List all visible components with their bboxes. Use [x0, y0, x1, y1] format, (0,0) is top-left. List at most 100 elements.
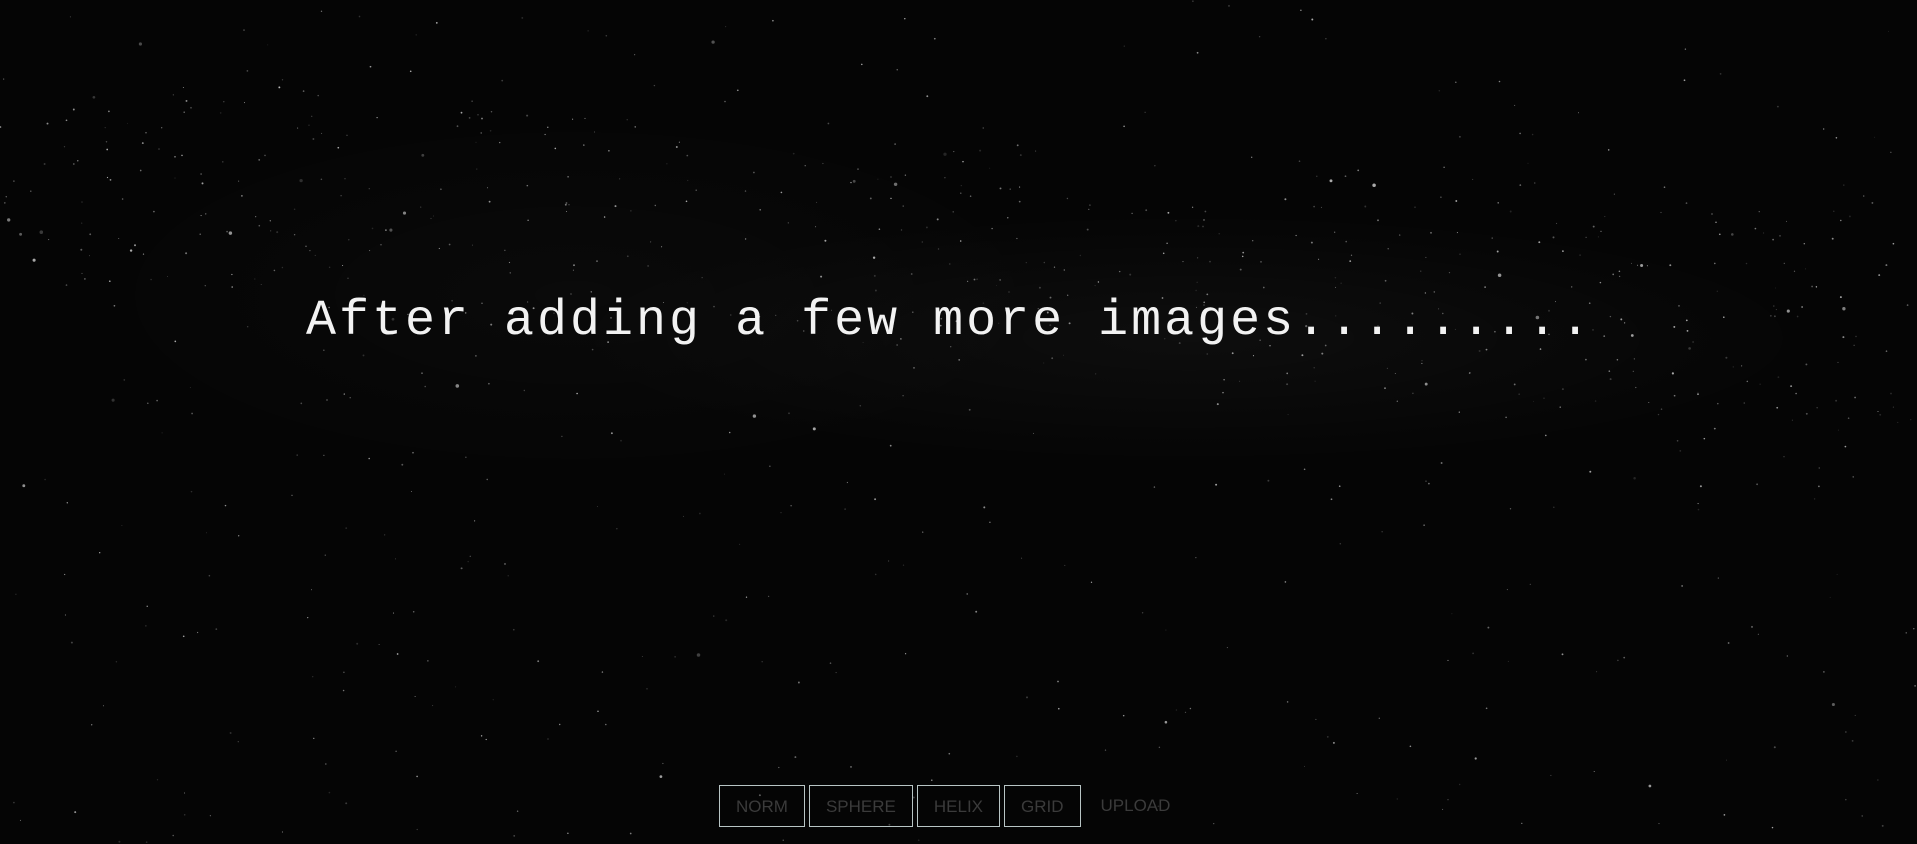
- star-dot: [561, 435, 563, 438]
- star-dot: [1487, 626, 1490, 629]
- star-dot: [537, 660, 540, 663]
- star-dot: [1599, 281, 1602, 284]
- star-dot: [1854, 396, 1857, 399]
- star-dot: [877, 178, 879, 180]
- star-dot: [1226, 647, 1228, 649]
- star-dot: [1424, 382, 1428, 386]
- star-dot: [1394, 373, 1396, 374]
- star-dot: [1823, 671, 1825, 673]
- star-dot: [1685, 319, 1688, 322]
- star-dot: [1154, 165, 1156, 167]
- star-dot: [948, 752, 951, 755]
- star-dot: [1018, 200, 1021, 203]
- star-dot: [1725, 759, 1727, 761]
- star-dot: [1239, 268, 1242, 271]
- star-dot: [1594, 400, 1597, 402]
- star-dot: [1209, 260, 1211, 263]
- star-dot: [66, 502, 68, 504]
- star-dot: [1890, 151, 1892, 153]
- star-dot: [1874, 136, 1876, 138]
- star-dot: [1732, 366, 1734, 368]
- star-dot: [1683, 79, 1686, 82]
- star-dot: [1195, 557, 1197, 559]
- star-dot: [1326, 736, 1329, 738]
- star-dot: [827, 122, 830, 125]
- star-dot: [614, 205, 617, 208]
- upload-button[interactable]: UPLOAD: [1101, 785, 1171, 827]
- star-dot: [420, 206, 422, 208]
- star-dot: [1740, 365, 1743, 367]
- star-dot: [1616, 358, 1619, 361]
- star-dot: [1330, 498, 1333, 501]
- star-dot: [1630, 334, 1634, 337]
- star-dot: [1816, 407, 1818, 409]
- star-dot: [572, 269, 574, 271]
- star-dot: [1775, 309, 1777, 311]
- star-dot: [910, 273, 913, 275]
- star-dot: [1527, 162, 1529, 164]
- star-dot: [448, 243, 451, 246]
- star-dot: [104, 126, 106, 129]
- star-dot: [1862, 195, 1865, 197]
- star-dot: [558, 723, 561, 726]
- star-dot: [5, 196, 7, 198]
- star-dot: [1325, 38, 1327, 40]
- norm-button[interactable]: NORM: [719, 785, 805, 827]
- star-dot: [134, 244, 136, 247]
- star-dot: [1258, 35, 1261, 38]
- star-dot: [460, 111, 463, 114]
- star-dot: [1840, 219, 1842, 222]
- star-dot: [228, 231, 233, 235]
- star-dot: [1295, 234, 1297, 237]
- star-dot: [1538, 241, 1541, 244]
- star-dot: [509, 272, 511, 274]
- sphere-button[interactable]: SPHERE: [808, 785, 913, 827]
- star-dot: [1442, 808, 1444, 810]
- star-dot: [1561, 388, 1564, 391]
- star-dot: [852, 179, 856, 183]
- grid-button[interactable]: GRID: [1004, 785, 1081, 827]
- star-dot: [1723, 814, 1726, 816]
- star-dot: [1197, 225, 1200, 228]
- star-dot: [1688, 347, 1691, 350]
- star-dot: [699, 512, 701, 515]
- star-dot: [1885, 350, 1888, 352]
- star-dot: [1340, 282, 1342, 284]
- star-dot: [1507, 660, 1509, 662]
- star-dot: [1182, 261, 1184, 263]
- star-dot: [1545, 434, 1547, 437]
- star-dot: [1913, 627, 1915, 630]
- star-dot: [1746, 380, 1749, 383]
- star-dot: [229, 732, 232, 734]
- star-dot: [414, 696, 416, 698]
- star-dot: [22, 484, 26, 488]
- star-dot: [983, 506, 986, 509]
- star-dot: [183, 814, 186, 816]
- star-dot: [725, 26, 727, 28]
- star-dot: [1051, 357, 1054, 360]
- star-dot: [1885, 264, 1888, 267]
- star-dot: [850, 181, 852, 184]
- helix-button[interactable]: HELIX: [916, 785, 1001, 827]
- star-dot: [587, 30, 589, 32]
- star-dot: [857, 168, 859, 170]
- star-dot: [89, 255, 90, 257]
- star-dot: [237, 741, 239, 743]
- star-dot: [1016, 755, 1018, 758]
- star-dot: [297, 127, 299, 129]
- star-dot: [753, 171, 755, 174]
- star-dot: [231, 273, 233, 276]
- star-dot: [661, 246, 663, 248]
- star-dot: [647, 265, 649, 267]
- star-dot: [208, 574, 211, 577]
- star-dot: [499, 141, 501, 144]
- star-dot: [1692, 341, 1694, 343]
- star-dot: [554, 147, 557, 150]
- star-dot: [1718, 233, 1721, 236]
- star-dot: [313, 737, 315, 740]
- star-dot: [1033, 432, 1034, 434]
- star-dot: [933, 37, 936, 40]
- star-dot: [13, 180, 15, 182]
- star-dot: [1697, 503, 1699, 505]
- star-dot: [1505, 416, 1507, 419]
